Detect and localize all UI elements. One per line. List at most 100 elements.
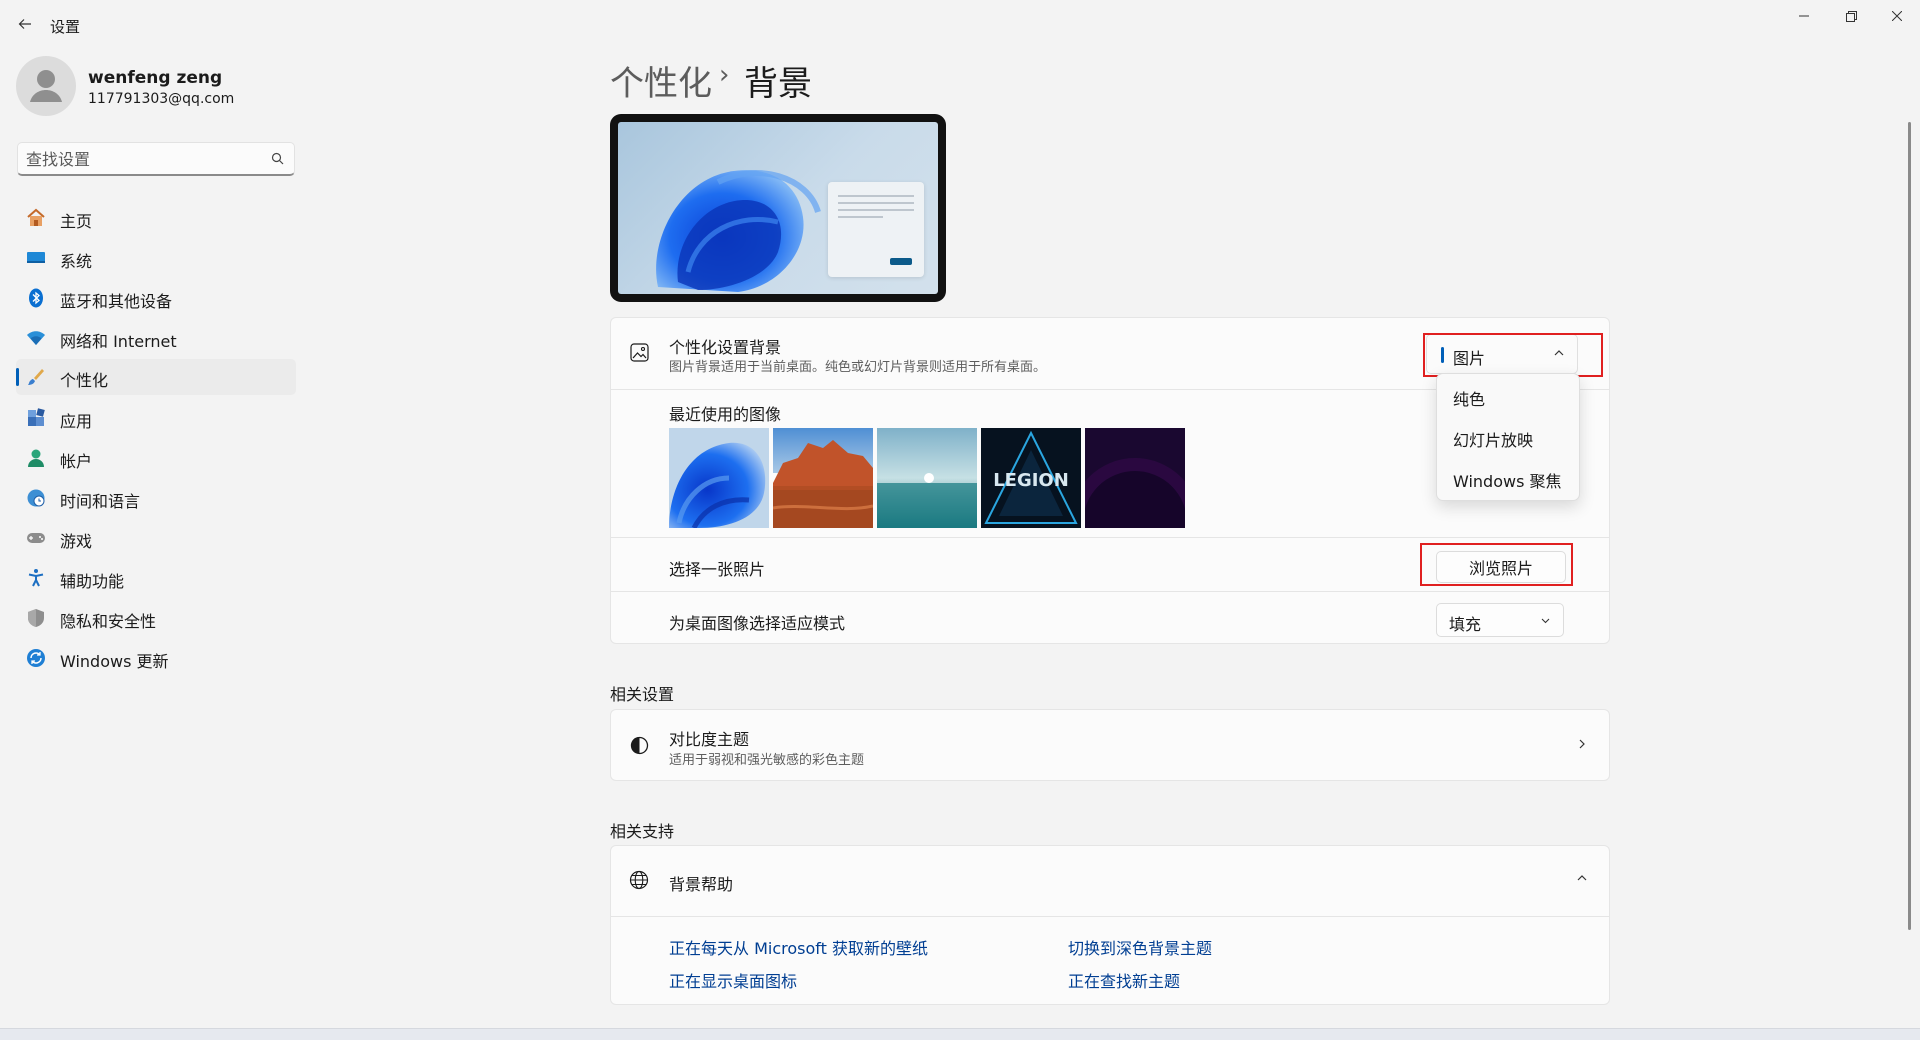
help-link-dark-theme[interactable]: 切换到深色背景主题 <box>1068 935 1212 959</box>
chevron-down-icon <box>1541 618 1550 624</box>
recent-image-thumbnail[interactable] <box>877 428 977 528</box>
sidebar-item-apps[interactable]: 应用 <box>16 400 296 436</box>
highlight-box-browse <box>1420 543 1573 586</box>
sidebar-item-label: 辅助功能 <box>60 572 125 591</box>
back-button[interactable] <box>12 11 38 37</box>
close-icon <box>1892 11 1902 21</box>
search-box[interactable] <box>17 142 295 176</box>
sidebar-item-label: 个性化 <box>60 371 109 390</box>
sidebar-item-gaming[interactable]: 游戏 <box>16 520 296 556</box>
breadcrumb-separator: › <box>719 60 730 90</box>
menu-item-solid-color[interactable]: 纯色 <box>1453 386 1485 410</box>
divider <box>611 591 1609 592</box>
scrollbar-thumb[interactable] <box>1908 122 1911 930</box>
sidebar-item-accessibility[interactable]: 辅助功能 <box>16 560 296 596</box>
sidebar-item-label: 游戏 <box>60 532 93 551</box>
divider <box>611 916 1609 917</box>
user-email: 117791303@qq.com <box>88 91 235 107</box>
person-icon <box>30 70 62 102</box>
minimize-icon <box>1799 15 1809 17</box>
shield-icon <box>28 609 44 627</box>
account-icon <box>28 449 44 467</box>
sidebar-item-accounts[interactable]: 帐户 <box>16 440 296 476</box>
sidebar-item-label: Windows 更新 <box>60 652 169 671</box>
background-type-menu: 纯色 幻灯片放映 Windows 聚焦 <box>1436 373 1580 501</box>
choose-photo-label: 选择一张照片 <box>669 560 766 579</box>
contrast-icon <box>630 736 649 755</box>
related-support-heading: 相关支持 <box>610 822 675 841</box>
user-name: wenfeng zeng <box>88 68 223 88</box>
sidebar-item-label: 网络和 Internet <box>60 332 177 351</box>
legion-logo-thumb: LEGION <box>981 428 1081 528</box>
desktop-preview <box>610 114 946 302</box>
globe-icon <box>629 870 649 890</box>
sidebar-item-time-language[interactable]: 时间和语言 <box>16 480 296 516</box>
recent-image-thumbnail[interactable] <box>669 428 769 528</box>
highlight-box-select <box>1423 333 1603 377</box>
contrast-themes-description: 适用于弱视和强光敏感的彩色主题 <box>669 753 865 768</box>
sidebar-item-privacy[interactable]: 隐私和安全性 <box>16 600 296 636</box>
breadcrumb-parent[interactable]: 个性化 <box>610 56 712 105</box>
accessibility-icon <box>28 569 44 587</box>
sidebar-item-label: 主页 <box>60 212 93 231</box>
active-indicator <box>16 368 19 386</box>
red-rocks-lake-thumb <box>773 428 873 528</box>
system-icon <box>27 252 45 263</box>
search-icon[interactable] <box>271 152 284 165</box>
help-link-daily-wallpaper[interactable]: 正在每天从 Microsoft 获取新的壁纸 <box>669 935 928 959</box>
minimize-button[interactable] <box>1781 4 1827 28</box>
wifi-icon <box>27 331 45 345</box>
avatar[interactable] <box>16 56 76 116</box>
legion-logo-text: LEGION <box>993 470 1069 491</box>
related-settings-heading: 相关设置 <box>610 685 675 704</box>
sidebar-item-label: 帐户 <box>60 452 93 471</box>
sidebar-item-system[interactable]: 系统 <box>16 240 296 276</box>
restore-icon <box>1845 10 1857 22</box>
recent-images-title: 最近使用的图像 <box>669 405 782 424</box>
back-arrow-icon <box>18 19 31 29</box>
chevron-up-icon[interactable] <box>1576 872 1588 884</box>
background-description: 图片背景适用于当前桌面。纯色或幻灯片背景则适用于所有桌面。 <box>669 360 1047 375</box>
help-link-new-themes[interactable]: 正在查找新主题 <box>1068 968 1180 992</box>
background-title: 个性化设置背景 <box>669 338 782 357</box>
home-icon <box>27 208 45 226</box>
search-input[interactable] <box>26 148 256 170</box>
sidebar-item-bluetooth[interactable]: 蓝牙和其他设备 <box>16 280 296 316</box>
contrast-themes-card[interactable] <box>610 709 1610 781</box>
menu-item-windows-spotlight[interactable]: Windows 聚焦 <box>1453 468 1562 492</box>
app-title: 设置 <box>50 18 81 36</box>
globe-clock-icon <box>27 489 45 507</box>
menu-item-slideshow[interactable]: 幻灯片放映 <box>1453 427 1533 451</box>
image-icon <box>630 343 649 362</box>
restore-button[interactable] <box>1828 4 1874 28</box>
sidebar-item-label: 系统 <box>60 252 93 271</box>
sidebar-item-network[interactable]: 网络和 Internet <box>16 320 296 356</box>
gamepad-icon <box>27 533 45 543</box>
sidebar-item-label: 时间和语言 <box>60 492 141 511</box>
preview-window <box>828 182 924 277</box>
recent-image-thumbnail[interactable] <box>773 428 873 528</box>
sidebar-item-personalization[interactable]: 个性化 <box>16 359 296 395</box>
fit-mode-label: 为桌面图像选择适应模式 <box>669 614 846 633</box>
recent-image-thumbnail[interactable]: LEGION <box>981 428 1081 528</box>
help-link-desktop-icons[interactable]: 正在显示桌面图标 <box>669 968 797 992</box>
apps-icon <box>28 408 45 426</box>
fit-mode-select[interactable]: 填充 <box>1436 603 1564 637</box>
purple-orb-thumb <box>1085 428 1185 528</box>
divider <box>611 537 1609 538</box>
sidebar-item-windows-update[interactable]: Windows 更新 <box>16 640 296 676</box>
background-help-title[interactable]: 背景帮助 <box>669 871 733 895</box>
recent-image-thumbnail[interactable] <box>1085 428 1185 528</box>
close-button[interactable] <box>1874 4 1920 28</box>
chevron-right-icon <box>1579 739 1585 749</box>
sidebar-item-label: 蓝牙和其他设备 <box>60 292 173 311</box>
bloom-wallpaper-thumb <box>669 428 769 528</box>
fit-mode-value: 填充 <box>1449 615 1482 634</box>
update-icon <box>27 649 45 667</box>
page-title: 背景 <box>744 64 812 104</box>
taskbar <box>0 1028 1920 1040</box>
preview-wallpaper <box>618 122 938 294</box>
calm-sea-sunrise-thumb <box>877 428 977 528</box>
sidebar-item-home[interactable]: 主页 <box>16 200 296 236</box>
sidebar-item-label: 隐私和安全性 <box>60 612 157 631</box>
